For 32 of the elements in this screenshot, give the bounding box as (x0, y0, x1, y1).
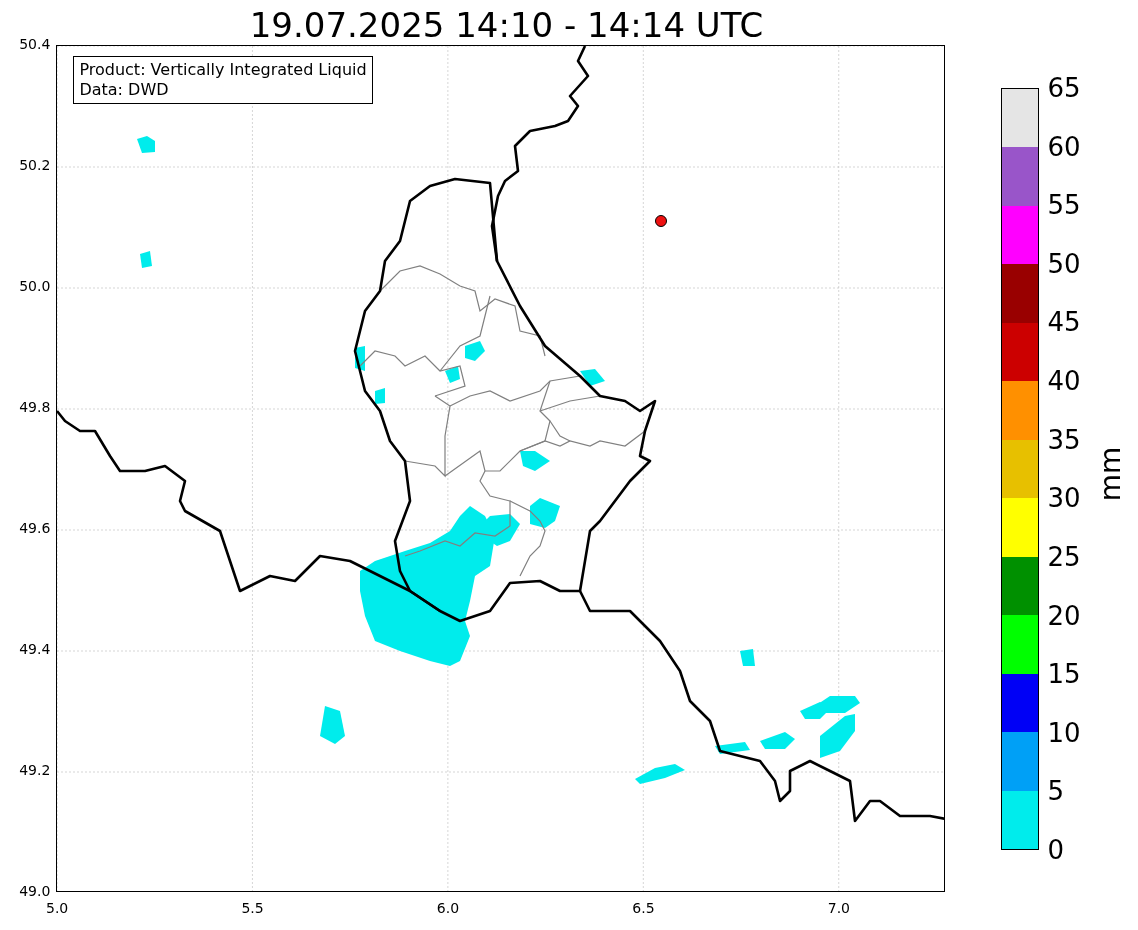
axis-tick-label: 50.0 (19, 278, 51, 294)
axis-tick-label: 50.4 (19, 36, 51, 52)
colorbar-tick-label: 10 (1047, 719, 1081, 746)
colorbar-tick-label: 30 (1047, 485, 1081, 512)
colorbar-tick-label: 25 (1047, 543, 1081, 570)
chart-title: 19.07.2025 14:10 - 14:14 UTC (248, 4, 765, 45)
axis-tick-label: 7.0 (827, 900, 850, 916)
colorbar-tick-label: 60 (1047, 133, 1081, 160)
axis-tick-label: 50.2 (19, 157, 51, 173)
colorbar-unit-label: mm (1094, 446, 1127, 502)
axis-tick-label: 49.6 (19, 520, 51, 536)
axis-tick-label: 49.4 (19, 641, 51, 657)
colorbar-tick-label: 15 (1047, 661, 1081, 688)
colorbar-tick-label: 45 (1047, 309, 1081, 336)
axis-tick-label: 5.0 (46, 900, 69, 916)
location-marker-icon (655, 215, 668, 227)
axis-tick-label: 49.2 (19, 762, 51, 778)
axis-tick-label: 49.8 (19, 399, 51, 415)
legend-text: Product: Vertically Integrated Liquid (79, 60, 367, 80)
colorbar-tick-label: 35 (1047, 426, 1081, 453)
axis-tick-label: 5.5 (241, 900, 264, 916)
colorbar-tick-label: 50 (1047, 250, 1081, 277)
axis-tick-label: 49.0 (19, 883, 51, 899)
legend-text: Data: DWD (79, 80, 170, 100)
axis-tick-label: 6.0 (436, 900, 460, 916)
colorbar-tick-label: 0 (1047, 837, 1064, 863)
colorbar-tick-label: 40 (1047, 368, 1081, 395)
colorbar-tick-label: 65 (1047, 75, 1081, 101)
colorbar-tick-label: 20 (1047, 602, 1081, 629)
colorbar-tick-label: 5 (1047, 778, 1064, 805)
axis-tick-label: 6.5 (632, 900, 655, 916)
colorbar-tick-label: 55 (1047, 192, 1081, 219)
